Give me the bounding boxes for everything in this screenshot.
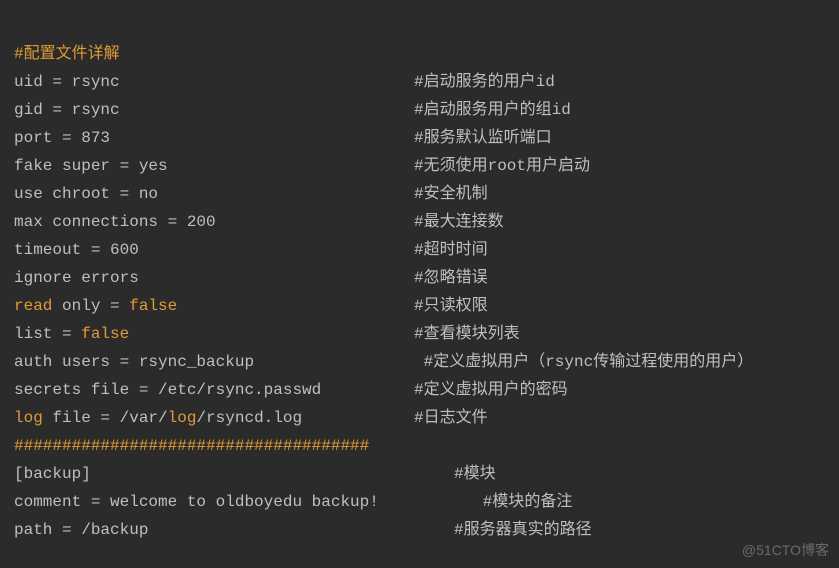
config-comment: #日志文件: [414, 404, 825, 432]
config-key: ignore errors: [14, 264, 414, 292]
config-key: auth users = rsync_backup: [14, 348, 414, 376]
config-comment: #启动服务用户的组id: [414, 96, 825, 124]
config-row: log file = /var/log/rsyncd.log#日志文件: [14, 404, 825, 432]
config-comment: #忽略错误: [414, 264, 825, 292]
config-row: read only = false#只读权限: [14, 292, 825, 320]
config-row: [backup]#模块: [14, 460, 825, 488]
config-row: secrets file = /etc/rsync.passwd#定义虚拟用户的…: [14, 376, 825, 404]
config-row: auth users = rsync_backup #定义虚拟用户（rsync传…: [14, 348, 825, 376]
code-block: #配置文件详解 uid = rsync#启动服务的用户idgid = rsync…: [0, 0, 839, 544]
config-rows: uid = rsync#启动服务的用户idgid = rsync#启动服务用户的…: [14, 68, 825, 432]
config-row: port = 873#服务默认监听端口: [14, 124, 825, 152]
config-key: [backup]: [14, 460, 454, 488]
config-row: comment = welcome to oldboyedu backup! #…: [14, 488, 825, 516]
tail-rows: [backup]#模块comment = welcome to oldboyed…: [14, 460, 825, 544]
config-key: port = 873: [14, 124, 414, 152]
watermark: @51CTO博客: [742, 536, 829, 564]
config-comment: #安全机制: [414, 180, 825, 208]
config-key: fake super = yes: [14, 152, 414, 180]
config-key: read only = false: [14, 292, 414, 320]
config-comment: #无须使用root用户启动: [414, 152, 825, 180]
config-comment: #最大连接数: [414, 208, 825, 236]
config-comment: #启动服务的用户id: [414, 68, 825, 96]
config-row: gid = rsync#启动服务用户的组id: [14, 96, 825, 124]
config-key: secrets file = /etc/rsync.passwd: [14, 376, 414, 404]
config-key: log file = /var/log/rsyncd.log: [14, 404, 414, 432]
config-comment: #只读权限: [414, 292, 825, 320]
config-key: timeout = 600: [14, 236, 414, 264]
config-row: list = false#查看模块列表: [14, 320, 825, 348]
config-row: timeout = 600#超时时间: [14, 236, 825, 264]
config-key: comment = welcome to oldboyedu backup!: [14, 488, 454, 516]
config-key: use chroot = no: [14, 180, 414, 208]
config-comment: #模块的备注: [454, 488, 825, 516]
config-key: path = /backup: [14, 516, 454, 544]
config-row: use chroot = no#安全机制: [14, 180, 825, 208]
config-key: uid = rsync: [14, 68, 414, 96]
config-key: max connections = 200: [14, 208, 414, 236]
config-key: list = false: [14, 320, 414, 348]
separator: #####################################: [14, 437, 369, 455]
config-comment: #定义虚拟用户的密码: [414, 376, 825, 404]
config-row: max connections = 200#最大连接数: [14, 208, 825, 236]
config-comment: #查看模块列表: [414, 320, 825, 348]
config-comment: #模块: [454, 460, 825, 488]
config-comment: #超时时间: [414, 236, 825, 264]
config-row: ignore errors#忽略错误: [14, 264, 825, 292]
config-comment: #定义虚拟用户（rsync传输过程使用的用户）: [414, 348, 825, 376]
config-row: uid = rsync#启动服务的用户id: [14, 68, 825, 96]
config-comment: #服务默认监听端口: [414, 124, 825, 152]
config-row: path = /backup#服务器真实的路径: [14, 516, 825, 544]
config-key: gid = rsync: [14, 96, 414, 124]
config-row: fake super = yes#无须使用root用户启动: [14, 152, 825, 180]
header-comment: #配置文件详解: [14, 45, 120, 63]
